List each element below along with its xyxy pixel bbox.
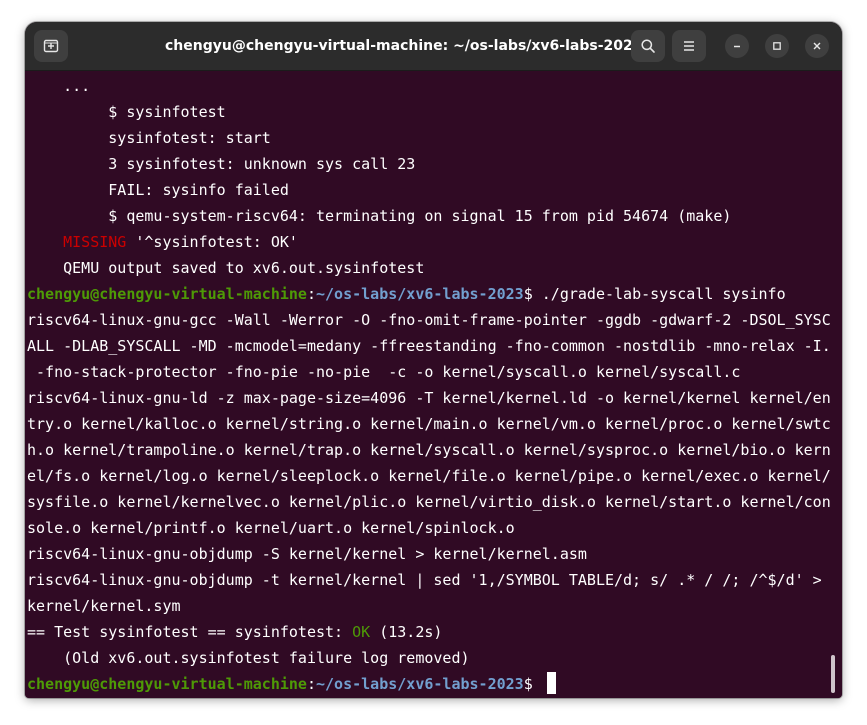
terminal-window: chengyu@chengyu-virtual-machine: ~/os-la… <box>25 22 842 698</box>
scrollbar-thumb[interactable] <box>831 655 835 693</box>
output-line: $ sysinfotest <box>27 103 226 121</box>
terminal-output[interactable]: ... $ sysinfotest sysinfotest: start 3 s… <box>25 71 842 698</box>
close-button[interactable] <box>805 34 829 58</box>
command-text: ./grade-lab-syscall sysinfo <box>541 285 786 303</box>
output-line: sysinfotest: start <box>27 129 271 147</box>
test-duration: (13.2s) <box>370 623 443 641</box>
new-tab-icon <box>43 39 59 53</box>
output-line: FAIL: sysinfo failed <box>27 181 289 199</box>
text-cursor <box>546 672 556 694</box>
close-icon <box>813 42 821 50</box>
output-line: ... <box>27 77 91 95</box>
prompt-symbol: $ <box>523 285 542 303</box>
output-line: sole.o kernel/printf.o kernel/uart.o ker… <box>27 519 515 537</box>
output-line: h.o kernel/trampoline.o kernel/trap.o ke… <box>27 441 831 459</box>
prompt-line: chengyu@chengyu-virtual-machine:~/os-lab… <box>27 281 827 307</box>
output-line: 3 sysinfotest: unknown sys call 23 <box>27 155 416 173</box>
menu-button[interactable] <box>672 30 706 62</box>
prompt-user: chengyu@chengyu-virtual-machine <box>27 285 307 303</box>
maximize-icon <box>773 42 781 50</box>
maximize-button[interactable] <box>765 34 789 58</box>
output-line: sysfile.o kernel/kernelvec.o kernel/plic… <box>27 493 831 511</box>
window-title: chengyu@chengyu-virtual-machine: ~/os-la… <box>165 38 643 54</box>
prompt-path: ~/os-labs/xv6-labs-2023 <box>316 285 524 303</box>
output-line: (Old xv6.out.sysinfotest failure log rem… <box>27 649 470 667</box>
output-line: ALL -DLAB_SYSCALL -MD -mcmodel=medany -f… <box>27 337 831 355</box>
minimize-button[interactable] <box>725 34 749 58</box>
search-icon <box>641 39 655 53</box>
minimize-icon <box>734 45 740 48</box>
test-result-line: == Test sysinfotest == sysinfotest: OK (… <box>27 619 827 645</box>
hamburger-menu-icon <box>684 41 694 51</box>
output-line: $ qemu-system-riscv64: terminating on si… <box>27 207 732 225</box>
output-line: QEMU output saved to xv6.out.sysinfotest <box>27 259 425 277</box>
ok-label: OK <box>352 623 371 641</box>
prompt-line-current: chengyu@chengyu-virtual-machine:~/os-lab… <box>27 671 827 697</box>
output-line-missing: MISSING '^sysinfotest: OK' <box>27 229 827 255</box>
output-line: kernel/kernel.sym <box>27 597 181 615</box>
search-button[interactable] <box>631 30 665 62</box>
prompt-user: chengyu@chengyu-virtual-machine <box>27 675 307 693</box>
test-label: == Test sysinfotest == sysinfotest: <box>27 623 353 641</box>
output-line: riscv64-linux-gnu-objdump -t kernel/kern… <box>27 571 822 589</box>
output-line: riscv64-linux-gnu-objdump -S kernel/kern… <box>27 545 587 563</box>
prompt-symbol: $ <box>523 675 542 693</box>
prompt-path: ~/os-labs/xv6-labs-2023 <box>316 675 524 693</box>
missing-label: MISSING <box>63 233 127 251</box>
prompt-colon: : <box>306 675 316 693</box>
title-bar[interactable]: chengyu@chengyu-virtual-machine: ~/os-la… <box>25 22 842 71</box>
missing-pattern: '^sysinfotest: OK' <box>135 233 298 251</box>
new-tab-button[interactable] <box>34 30 68 62</box>
output-line: riscv64-linux-gnu-ld -z max-page-size=40… <box>27 389 831 407</box>
output-line: el/fs.o kernel/log.o kernel/sleeplock.o … <box>27 467 831 485</box>
output-line: riscv64-linux-gnu-gcc -Wall -Werror -O -… <box>27 311 831 329</box>
output-line: try.o kernel/kalloc.o kernel/string.o ke… <box>27 415 831 433</box>
prompt-colon: : <box>306 285 316 303</box>
output-line: -fno-stack-protector -fno-pie -no-pie -c… <box>27 363 741 381</box>
